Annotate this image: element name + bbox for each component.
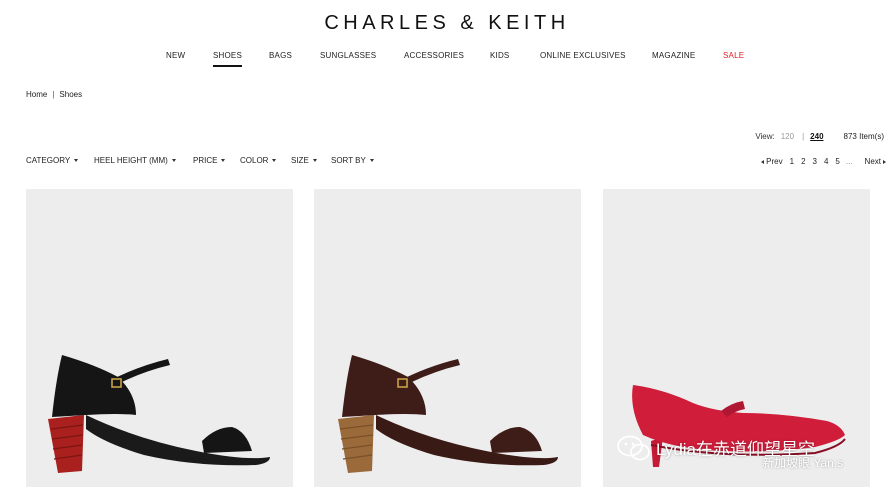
pagination-next[interactable]: Next xyxy=(865,157,886,166)
chevron-right-icon xyxy=(883,159,886,164)
filter-category-dropdown[interactable]: CATEGORY xyxy=(26,156,79,165)
filter-heel-height-dropdown[interactable]: HEEL HEIGHT (MM) xyxy=(94,156,176,165)
nav-item-new[interactable]: NEW xyxy=(166,51,185,60)
sort-by-label: SORT BY xyxy=(331,156,366,165)
filter-price-dropdown[interactable]: PRICE xyxy=(193,156,226,165)
main-nav: NEW SHOES BAGS SUNGLASSES ACCESSORIES KI… xyxy=(0,51,894,71)
pagination-ellipsis: ... xyxy=(845,157,853,166)
nav-item-sunglasses[interactable]: SUNGLASSES xyxy=(320,51,376,60)
nav-item-sale[interactable]: SALE xyxy=(723,51,744,60)
chevron-down-icon xyxy=(272,159,277,163)
item-count: 873 Item(s) xyxy=(843,132,884,141)
nav-item-bags[interactable]: BAGS xyxy=(269,51,292,60)
product-card-2[interactable] xyxy=(314,189,581,487)
view-label: View: xyxy=(755,132,775,141)
pagination: Prev 1 2 3 4 5 ... Next xyxy=(761,157,886,166)
breadcrumb-home-link[interactable]: Home xyxy=(26,90,47,99)
view-option-120[interactable]: 120 xyxy=(781,132,794,141)
watermark-sub-account: 新加坡眼 Yan.s xyxy=(762,456,844,470)
chevron-left-icon xyxy=(761,159,765,164)
nav-item-kids[interactable]: KIDS xyxy=(490,51,509,60)
nav-item-magazine[interactable]: MAGAZINE xyxy=(652,51,695,60)
filter-heel-height-label: HEEL HEIGHT (MM) xyxy=(94,156,168,165)
pagination-page-5[interactable]: 5 xyxy=(835,157,839,166)
breadcrumb-separator: | xyxy=(52,90,55,99)
brand-logo[interactable]: CHARLES & KEITH xyxy=(0,12,894,35)
wechat-icon xyxy=(617,435,650,461)
pagination-page-1[interactable]: 1 xyxy=(790,157,794,166)
filter-price-label: PRICE xyxy=(193,156,218,165)
pagination-next-label: Next xyxy=(864,157,881,166)
wechat-watermark: Lydia在赤道仰望星空 新加坡眼 Yan.s xyxy=(612,432,894,487)
filter-size-label: SIZE xyxy=(291,156,309,165)
product-image-black-sandal xyxy=(48,355,270,473)
pagination-prev-label: Prev xyxy=(766,157,783,166)
view-count-bar: View: 120 | 240 873 Item(s) xyxy=(755,132,884,141)
nav-item-accessories[interactable]: ACCESSORIES xyxy=(404,51,464,60)
chevron-down-icon xyxy=(369,159,374,163)
filter-color-label: COLOR xyxy=(240,156,269,165)
sort-by-dropdown[interactable]: SORT BY xyxy=(331,156,374,165)
view-separator: | xyxy=(802,132,805,141)
chevron-down-icon xyxy=(171,159,176,163)
breadcrumb: Home | Shoes xyxy=(26,90,82,99)
pagination-page-3[interactable]: 3 xyxy=(813,157,817,166)
chevron-down-icon xyxy=(74,159,79,163)
product-image-brown-sandal xyxy=(338,355,558,473)
pagination-prev[interactable]: Prev xyxy=(761,157,783,166)
nav-item-shoes[interactable]: SHOES xyxy=(213,51,243,67)
filter-color-dropdown[interactable]: COLOR xyxy=(240,156,277,165)
nav-item-online-exclusives[interactable]: ONLINE EXCLUSIVES xyxy=(540,51,626,60)
pagination-page-4[interactable]: 4 xyxy=(824,157,828,166)
breadcrumb-current: Shoes xyxy=(59,90,83,99)
view-option-240[interactable]: 240 xyxy=(810,132,823,141)
chevron-down-icon xyxy=(312,159,317,163)
filter-size-dropdown[interactable]: SIZE xyxy=(291,156,317,165)
chevron-down-icon xyxy=(221,159,226,163)
product-card-1[interactable] xyxy=(26,189,293,487)
filter-category-label: CATEGORY xyxy=(26,156,71,165)
pagination-page-2[interactable]: 2 xyxy=(801,157,805,166)
